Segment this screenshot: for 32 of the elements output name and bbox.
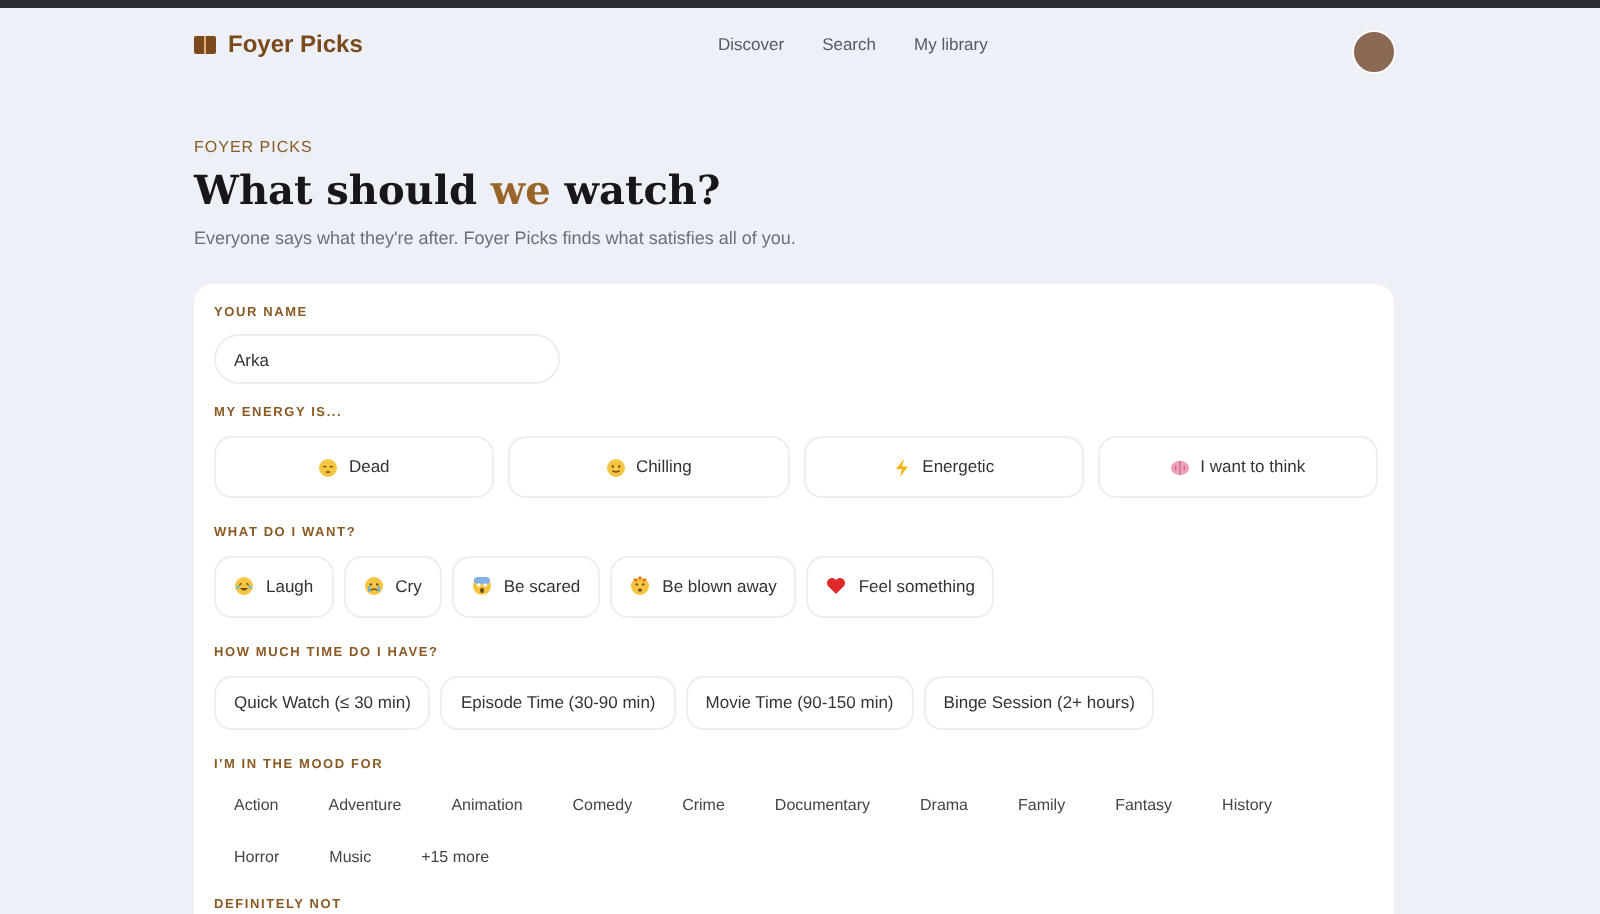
option-chip[interactable]: Laugh [214,555,334,618]
brain-icon [1170,457,1191,477]
option-chip[interactable]: I want to think [1097,436,1378,498]
nav-link[interactable]: My library [914,32,988,58]
lightning-icon [892,457,913,477]
name-field[interactable]: Arka [214,334,560,385]
option-chip[interactable]: Dead [214,436,495,498]
option-chip[interactable]: Movie Time (90-150 min) [685,675,914,729]
option-chip[interactable]: Chilling [508,436,789,498]
page-subtitle: Everyone says what they're after. Foyer Picks finds what satisfies all of you. [194,226,798,252]
nav-link[interactable]: Discover [718,32,785,58]
option-chip[interactable]: Episode Time (30-90 min) [440,675,676,729]
option-chip[interactable]: Be blown away [610,555,797,618]
book-icon [194,33,216,55]
smiling-face-icon [605,457,626,477]
sleepy-face-icon [318,457,339,477]
option-chip[interactable]: Energetic [803,436,1084,498]
brand-name[interactable]: Foyer Picks [228,26,363,62]
option-chip[interactable]: Feel something [806,555,995,618]
nav-link[interactable]: Search [822,32,876,58]
option-chip[interactable]: Binge Session (2+ hours) [923,675,1155,729]
exploding-head-icon [630,576,651,597]
option-chip[interactable]: Cry [343,555,442,618]
laughing-face-icon [234,576,254,597]
option-chip[interactable]: Be scared [451,555,601,618]
eyebrow-label: FOYER PICKS [194,136,315,160]
option-chip[interactable]: Quick Watch (≤ 30 min) [214,675,431,729]
heart-icon [826,576,847,597]
crying-face-icon [363,576,384,597]
screaming-face-icon [471,576,492,597]
avatar[interactable] [1352,30,1396,74]
page-title: What should we watch? [194,164,723,216]
